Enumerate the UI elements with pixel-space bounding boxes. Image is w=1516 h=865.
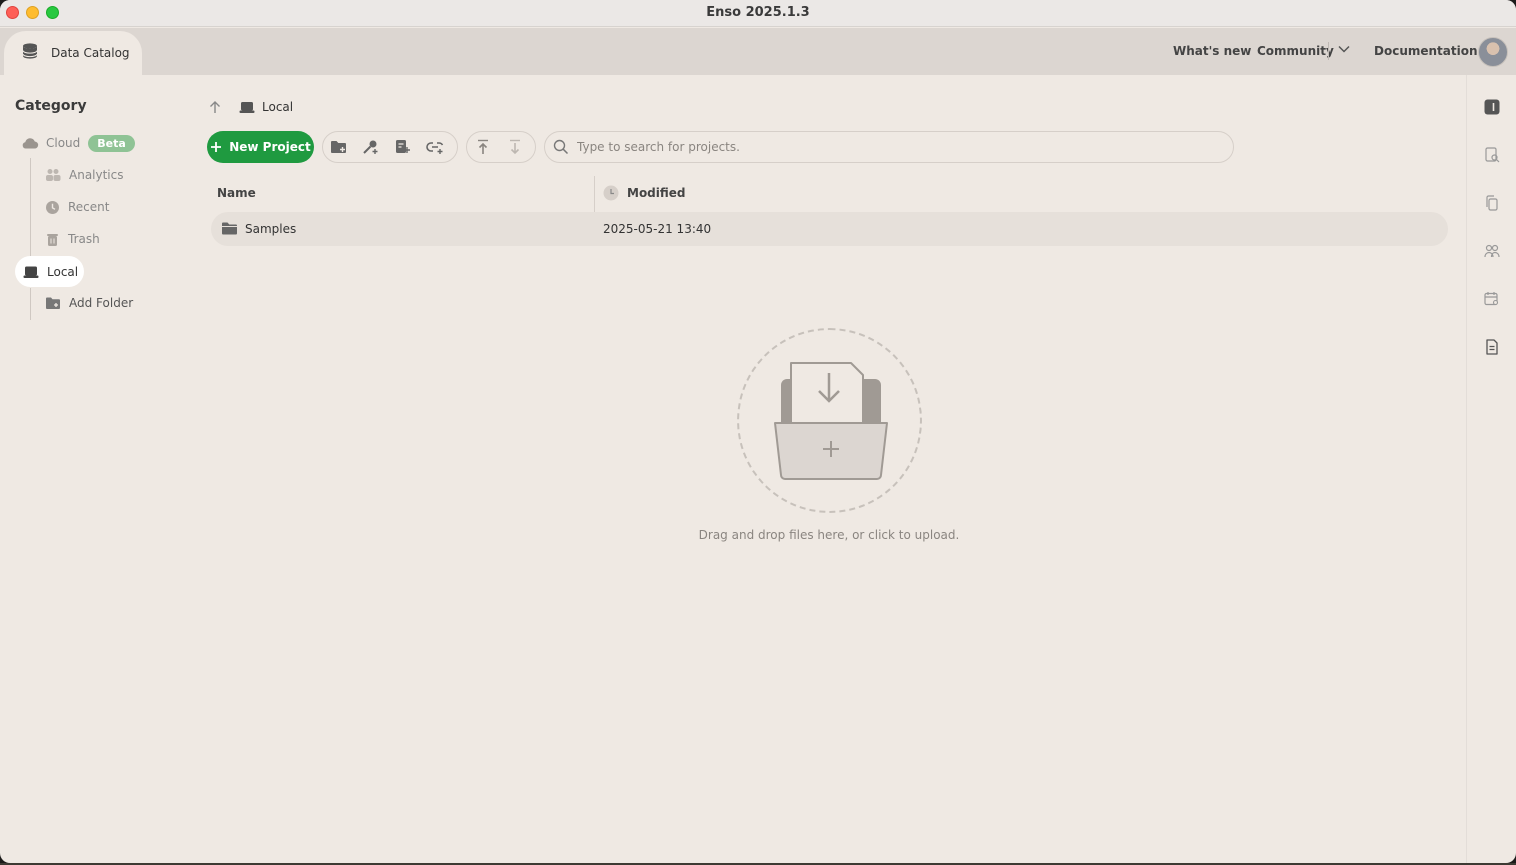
beta-badge: Beta [88, 134, 135, 152]
row-name-cell: Samples [221, 221, 296, 236]
sidebar-item-label: Analytics [69, 168, 124, 182]
tab-data-catalog[interactable]: Data Catalog [4, 31, 142, 75]
tree-line [30, 158, 31, 258]
folder-icon [221, 221, 238, 236]
search-icon [553, 139, 569, 155]
add-folder-label: Add Folder [69, 296, 134, 310]
sidebar-item-recent[interactable]: Recent [45, 198, 109, 216]
download-icon [508, 139, 522, 155]
arrow-up-icon[interactable] [208, 99, 222, 118]
chevron-down-icon[interactable] [1337, 42, 1351, 59]
column-header-modified[interactable]: Modified [603, 185, 686, 201]
dropzone-text: Drag and drop files here, or click to up… [698, 528, 960, 542]
sidebar-item-label: Recent [68, 200, 110, 214]
new-project-button[interactable]: New Project [207, 131, 314, 163]
app-window: Enso 2025.1.3 Data Catalog What's new Co… [0, 0, 1516, 863]
cloud-icon [21, 136, 39, 150]
folder-add-icon [45, 296, 61, 310]
laptop-icon [23, 265, 39, 279]
table-row[interactable]: Samples 2025-05-21 13:40 [211, 212, 1448, 246]
upload-dropzone[interactable] [737, 328, 922, 513]
key-add-icon [362, 139, 380, 155]
sidebar-item-label: Trash [68, 232, 100, 246]
new-datalink-button[interactable] [387, 132, 419, 162]
tree-line [30, 288, 31, 320]
people-icon[interactable] [1484, 243, 1500, 259]
sidebar-item-trash[interactable]: Trash [45, 230, 100, 248]
row-modified: 2025-05-21 13:40 [603, 222, 712, 236]
sidebar-item-label: Cloud [46, 136, 81, 150]
new-link-button[interactable] [419, 132, 451, 162]
nav-divider [1328, 42, 1329, 60]
search-bar[interactable] [544, 131, 1234, 163]
column-header-label: Modified [627, 186, 686, 200]
sidebar-item-analytics[interactable]: Analytics [45, 166, 124, 184]
laptop-icon [239, 101, 255, 117]
info-panel-toggle-icon[interactable] [1484, 99, 1500, 115]
sidebar-item-label: Local [47, 264, 79, 279]
column-header-name[interactable]: Name [217, 186, 256, 200]
folder-add-icon [330, 139, 348, 155]
people-icon [45, 168, 61, 182]
clock-icon [603, 185, 619, 201]
copy-icon[interactable] [1484, 195, 1500, 211]
title-bar: Enso 2025.1.3 [0, 0, 1516, 27]
category-heading: Category [15, 98, 87, 114]
sidebar-item-local[interactable]: Local [15, 256, 84, 287]
document-search-icon[interactable] [1484, 147, 1500, 163]
create-actions-group [322, 131, 458, 163]
upload-button[interactable] [467, 132, 499, 162]
database-icon [21, 42, 39, 64]
file-upload-icon [771, 359, 891, 487]
tab-label: Data Catalog [51, 46, 130, 60]
clock-icon [45, 200, 60, 215]
document-icon[interactable] [1484, 339, 1500, 355]
community-link[interactable]: Community [1257, 44, 1334, 58]
sidebar-item-cloud[interactable]: Cloud Beta [21, 133, 135, 153]
plus-icon [210, 141, 222, 153]
new-secret-button[interactable] [355, 132, 387, 162]
new-folder-button[interactable] [323, 132, 355, 162]
tab-bar: Data Catalog What's new Community Docume… [0, 28, 1516, 75]
search-input[interactable] [577, 140, 1177, 154]
right-panel-bar [1466, 75, 1516, 863]
file-add-icon [394, 139, 412, 155]
trash-icon [45, 232, 60, 247]
breadcrumb-location[interactable]: Local [262, 100, 293, 114]
download-button[interactable] [499, 132, 531, 162]
calendar-search-icon[interactable] [1484, 291, 1500, 307]
new-project-label: New Project [229, 140, 311, 154]
user-avatar[interactable] [1478, 37, 1508, 67]
transfer-actions-group [466, 131, 536, 163]
add-folder-button[interactable]: Add Folder [45, 294, 133, 312]
whats-new-link[interactable]: What's new [1173, 44, 1251, 58]
upload-icon [476, 139, 490, 155]
window-title: Enso 2025.1.3 [706, 5, 810, 20]
row-name: Samples [245, 221, 297, 236]
documentation-link[interactable]: Documentation [1374, 44, 1478, 58]
link-add-icon [426, 139, 444, 155]
